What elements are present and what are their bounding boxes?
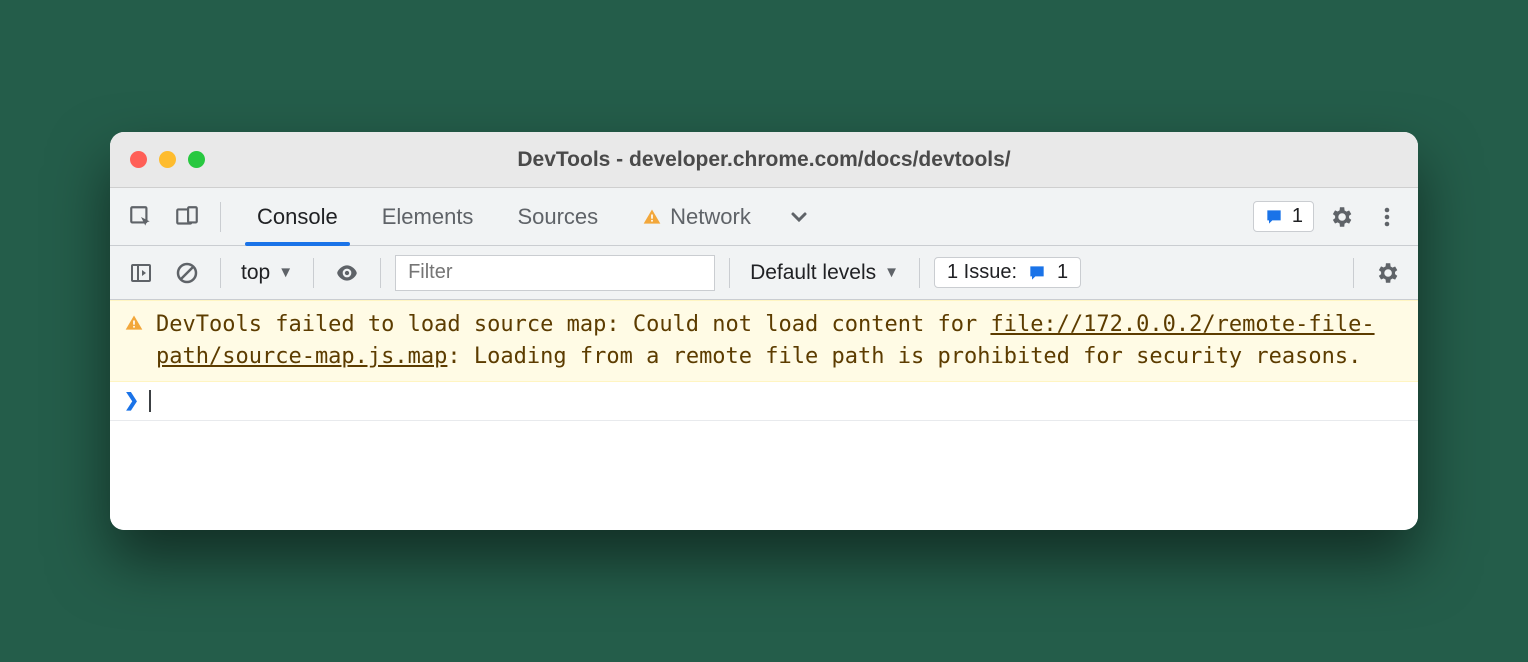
console-settings-icon[interactable]	[1368, 254, 1406, 292]
main-toolbar: Console Elements Sources Network	[110, 188, 1418, 246]
message-text: DevTools failed to load source map: Coul…	[156, 309, 1404, 373]
text-cursor	[149, 390, 151, 412]
live-expression-icon[interactable]	[328, 254, 366, 292]
window-title: DevTools - developer.chrome.com/docs/dev…	[110, 148, 1418, 172]
message-icon	[1264, 207, 1284, 227]
settings-icon[interactable]	[1322, 198, 1360, 236]
toggle-sidebar-icon[interactable]	[122, 254, 160, 292]
device-toggle-icon[interactable]	[168, 198, 206, 236]
traffic-lights	[110, 151, 205, 168]
context-selector[interactable]: top ▼	[235, 261, 299, 285]
divider	[729, 258, 730, 288]
chevron-down-icon: ▼	[884, 264, 899, 281]
warning-icon	[642, 207, 662, 227]
console-warning-message[interactable]: DevTools failed to load source map: Coul…	[110, 300, 1418, 382]
context-label: top	[241, 261, 270, 285]
filter-input[interactable]	[395, 255, 715, 291]
console-prompt[interactable]: ❯	[110, 382, 1418, 421]
inspect-element-icon[interactable]	[122, 198, 160, 236]
message-icon	[1027, 263, 1047, 283]
tab-console[interactable]: Console	[235, 188, 360, 245]
more-tabs-button[interactable]	[773, 188, 825, 245]
log-levels-selector[interactable]: Default levels ▼	[744, 261, 905, 285]
tab-sources[interactable]: Sources	[495, 188, 620, 245]
message-pre: DevTools failed to load source map: Coul…	[156, 312, 990, 337]
console-toolbar: top ▼ Default levels ▼ 1 Issue: 1	[110, 246, 1418, 300]
console-body: DevTools failed to load source map: Coul…	[110, 300, 1418, 530]
divider	[313, 258, 314, 288]
issues-label: 1 Issue:	[947, 261, 1017, 284]
chevron-down-icon: ▼	[278, 264, 293, 281]
panel-tabs: Console Elements Sources Network	[235, 188, 825, 245]
message-post: : Loading from a remote file path is pro…	[447, 344, 1361, 369]
issues-badge[interactable]: 1	[1253, 201, 1314, 232]
devtools-window: DevTools - developer.chrome.com/docs/dev…	[110, 132, 1418, 530]
divider	[220, 202, 221, 232]
divider	[220, 258, 221, 288]
minimize-window-button[interactable]	[159, 151, 176, 168]
levels-label: Default levels	[750, 261, 876, 285]
titlebar: DevTools - developer.chrome.com/docs/dev…	[110, 132, 1418, 188]
divider	[919, 258, 920, 288]
tab-label: Console	[257, 204, 338, 230]
zoom-window-button[interactable]	[188, 151, 205, 168]
close-window-button[interactable]	[130, 151, 147, 168]
tab-network[interactable]: Network	[620, 188, 773, 245]
tab-elements[interactable]: Elements	[360, 188, 496, 245]
tab-label: Sources	[517, 204, 598, 230]
badge-count: 1	[1292, 205, 1303, 228]
issues-count: 1	[1057, 261, 1068, 284]
prompt-caret-icon: ❯	[124, 390, 139, 411]
issues-chip[interactable]: 1 Issue: 1	[934, 257, 1081, 288]
divider	[380, 258, 381, 288]
clear-console-icon[interactable]	[168, 254, 206, 292]
warning-icon	[124, 313, 144, 373]
more-menu-icon[interactable]	[1368, 198, 1406, 236]
divider	[1353, 258, 1354, 288]
tab-label: Network	[670, 204, 751, 230]
tab-label: Elements	[382, 204, 474, 230]
